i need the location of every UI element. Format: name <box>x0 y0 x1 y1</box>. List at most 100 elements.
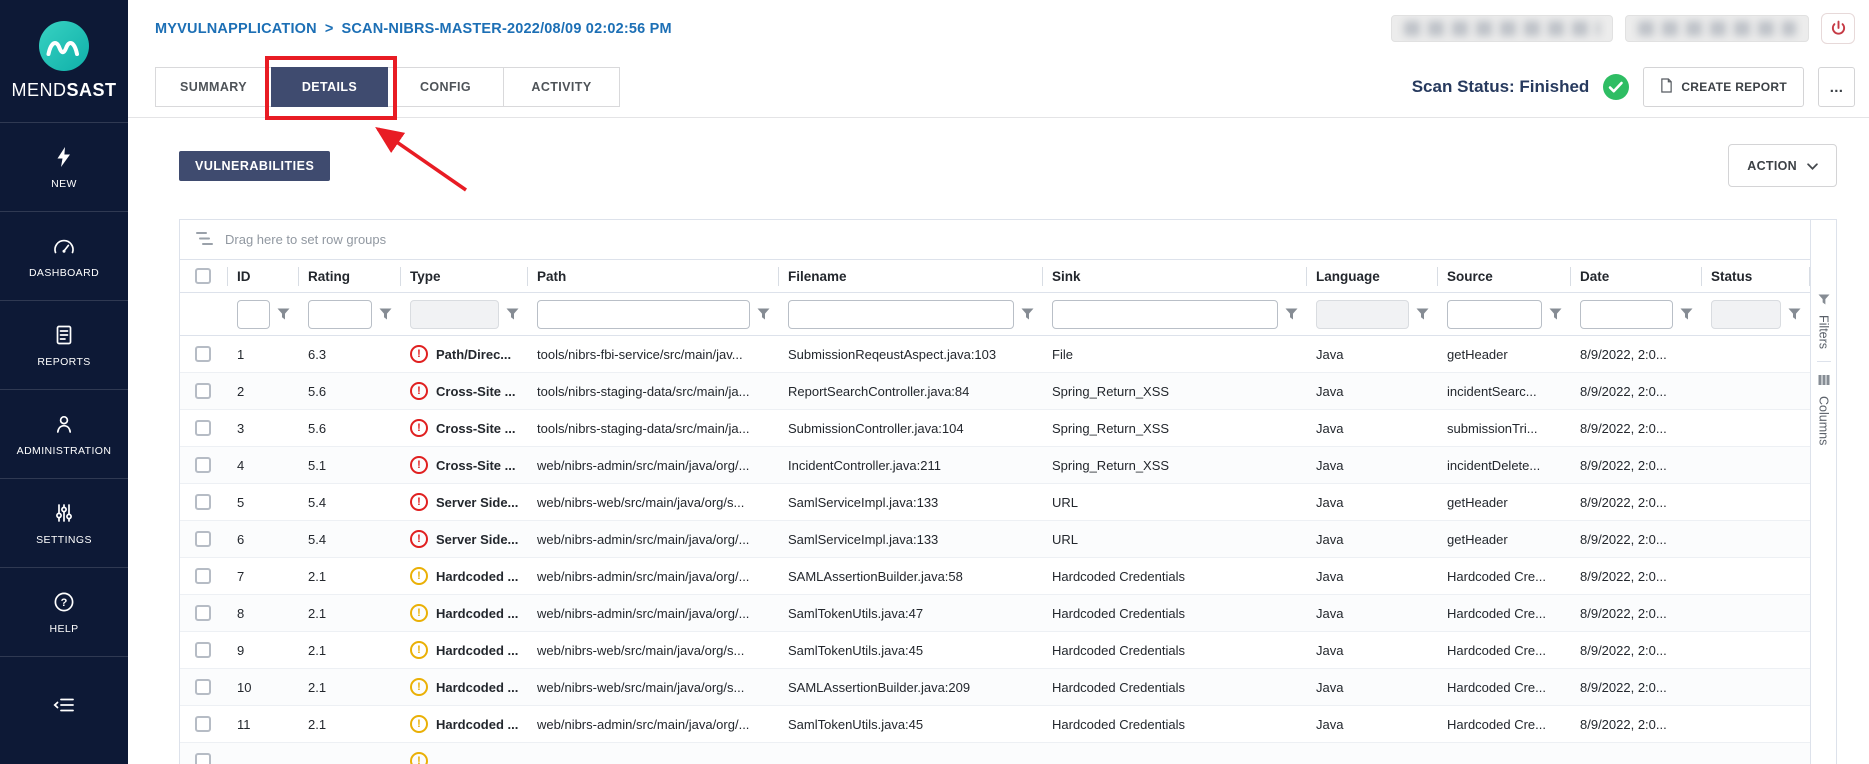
filter-input-sink[interactable] <box>1052 300 1278 329</box>
administration-icon <box>52 412 76 436</box>
action-button[interactable]: ACTION <box>1728 144 1837 187</box>
redacted-user-info[interactable] <box>1391 15 1613 42</box>
filter-funnel-icon[interactable] <box>757 308 770 320</box>
sidebar-item-new[interactable]: NEW <box>0 122 128 211</box>
tab-summary[interactable]: SUMMARY <box>155 67 272 107</box>
cell-rating <box>299 743 401 764</box>
filter-input-language[interactable] <box>1316 300 1409 329</box>
more-options-button[interactable]: ... <box>1818 67 1855 107</box>
cell-sink: URL <box>1043 484 1307 520</box>
column-header-source[interactable]: Source <box>1438 260 1571 292</box>
table-row[interactable]: 9 2.1 Hardcoded ... web/nibrs-web/src/ma… <box>180 632 1810 669</box>
row-checkbox[interactable] <box>195 494 211 510</box>
cell-path: web/nibrs-admin/src/main/java/org/... <box>528 558 779 594</box>
cell-type: Server Side... <box>401 484 528 520</box>
collapse-menu-icon[interactable] <box>51 693 77 764</box>
tab-activity[interactable]: ACTIVITY <box>503 67 620 107</box>
table-row[interactable]: 2 5.6 Cross-Site ... tools/nibrs-staging… <box>180 373 1810 410</box>
select-all-checkbox[interactable] <box>195 268 211 284</box>
row-checkbox[interactable] <box>195 642 211 658</box>
column-header-path[interactable]: Path <box>528 260 779 292</box>
breadcrumb-scan: SCAN-NIBRS-MASTER-2022/08/09 02:02:56 PM <box>342 21 672 37</box>
sidebar-item-reports[interactable]: REPORTS <box>0 300 128 389</box>
row-checkbox[interactable] <box>195 457 211 473</box>
cell-type: Hardcoded ... <box>401 669 528 705</box>
row-checkbox[interactable] <box>195 716 211 732</box>
cell-path: web/nibrs-admin/src/main/java/org/... <box>528 447 779 483</box>
column-header-type[interactable]: Type <box>401 260 528 292</box>
row-group-panel[interactable]: Drag here to set row groups <box>180 220 1810 260</box>
severity-icon <box>410 345 428 363</box>
filter-input-rating[interactable] <box>308 300 372 329</box>
table-row[interactable]: 8 2.1 Hardcoded ... web/nibrs-admin/src/… <box>180 595 1810 632</box>
row-checkbox[interactable] <box>195 605 211 621</box>
row-checkbox[interactable] <box>195 420 211 436</box>
filter-funnel-icon[interactable] <box>379 308 392 320</box>
cell-type: Hardcoded ... <box>401 595 528 631</box>
row-checkbox[interactable] <box>195 383 211 399</box>
side-tab-columns[interactable]: Columns <box>1817 361 1831 457</box>
filter-funnel-icon[interactable] <box>1680 308 1693 320</box>
tab-details[interactable]: DETAILS <box>271 67 388 107</box>
cell-date: 8/9/2022, 2:0... <box>1571 447 1702 483</box>
filter-cell-filename <box>779 293 1043 335</box>
sidebar-item-dashboard[interactable]: DASHBOARD <box>0 211 128 300</box>
vulnerabilities-badge[interactable]: VULNERABILITIES <box>179 151 330 181</box>
column-header-filename[interactable]: Filename <box>779 260 1043 292</box>
column-header-language[interactable]: Language <box>1307 260 1438 292</box>
filter-input-path[interactable] <box>537 300 750 329</box>
table-row[interactable]: 7 2.1 Hardcoded ... web/nibrs-admin/src/… <box>180 558 1810 595</box>
cell-id: 3 <box>228 410 299 446</box>
column-header-date[interactable]: Date <box>1571 260 1702 292</box>
filter-funnel-icon[interactable] <box>1021 308 1034 320</box>
logout-power-button[interactable] <box>1821 13 1855 44</box>
filter-input-filename[interactable] <box>788 300 1014 329</box>
table-row[interactable]: 10 2.1 Hardcoded ... web/nibrs-web/src/m… <box>180 669 1810 706</box>
filter-cell-id <box>228 293 299 335</box>
table-row[interactable]: 6 5.4 Server Side... web/nibrs-admin/src… <box>180 521 1810 558</box>
filter-input-source[interactable] <box>1447 300 1542 329</box>
filter-funnel-icon[interactable] <box>1416 308 1429 320</box>
table-row[interactable]: 5 5.4 Server Side... web/nibrs-web/src/m… <box>180 484 1810 521</box>
cell-type: Hardcoded ... <box>401 558 528 594</box>
redacted-account-info[interactable] <box>1625 15 1809 42</box>
row-checkbox[interactable] <box>195 679 211 695</box>
sidebar-item-administration[interactable]: ADMINISTRATION <box>0 389 128 478</box>
side-tab-filters[interactable]: Filters <box>1817 282 1831 361</box>
sidebar-item-label: HELP <box>49 623 78 635</box>
row-checkbox[interactable] <box>195 568 211 584</box>
cell-source: Hardcoded Cre... <box>1438 558 1571 594</box>
filter-funnel-icon[interactable] <box>1549 308 1562 320</box>
report-doc-icon <box>1660 78 1673 96</box>
column-header-rating[interactable]: Rating <box>299 260 401 292</box>
tab-config[interactable]: CONFIG <box>387 67 504 107</box>
table-row[interactable]: 1 6.3 Path/Direc... tools/nibrs-fbi-serv… <box>180 336 1810 373</box>
sidebar-item-settings[interactable]: SETTINGS <box>0 478 128 567</box>
row-checkbox[interactable] <box>195 753 211 764</box>
cell-filename: SubmissionReqeustAspect.java:103 <box>779 336 1043 372</box>
filter-funnel-icon[interactable] <box>506 308 519 320</box>
table-row[interactable]: 4 5.1 Cross-Site ... web/nibrs-admin/src… <box>180 447 1810 484</box>
cell-sink: Hardcoded Credentials <box>1043 558 1307 594</box>
filter-input-type[interactable] <box>410 300 499 329</box>
filter-funnel-icon[interactable] <box>277 308 290 320</box>
filter-input-status[interactable] <box>1711 300 1781 329</box>
cell-rating: 5.4 <box>299 484 401 520</box>
cell-date: 8/9/2022, 2:0... <box>1571 669 1702 705</box>
column-header-sink[interactable]: Sink <box>1043 260 1307 292</box>
table-row[interactable]: 11 2.1 Hardcoded ... web/nibrs-admin/src… <box>180 706 1810 743</box>
column-header-status[interactable]: Status <box>1702 260 1810 292</box>
table-row[interactable]: 3 5.6 Cross-Site ... tools/nibrs-staging… <box>180 410 1810 447</box>
row-checkbox[interactable] <box>195 531 211 547</box>
breadcrumb-app[interactable]: MYVULNAPPLICATION <box>155 21 317 37</box>
column-header-id[interactable]: ID <box>228 260 299 292</box>
filter-funnel-icon[interactable] <box>1285 308 1298 320</box>
filter-input-date[interactable] <box>1580 300 1673 329</box>
filter-input-id[interactable] <box>237 300 270 329</box>
filter-funnel-icon[interactable] <box>1788 308 1801 320</box>
table-row[interactable] <box>180 743 1810 764</box>
row-checkbox[interactable] <box>195 346 211 362</box>
cell-path: tools/nibrs-staging-data/src/main/ja... <box>528 410 779 446</box>
sidebar-item-help[interactable]: ? HELP <box>0 567 128 656</box>
create-report-button[interactable]: CREATE REPORT <box>1643 67 1804 107</box>
